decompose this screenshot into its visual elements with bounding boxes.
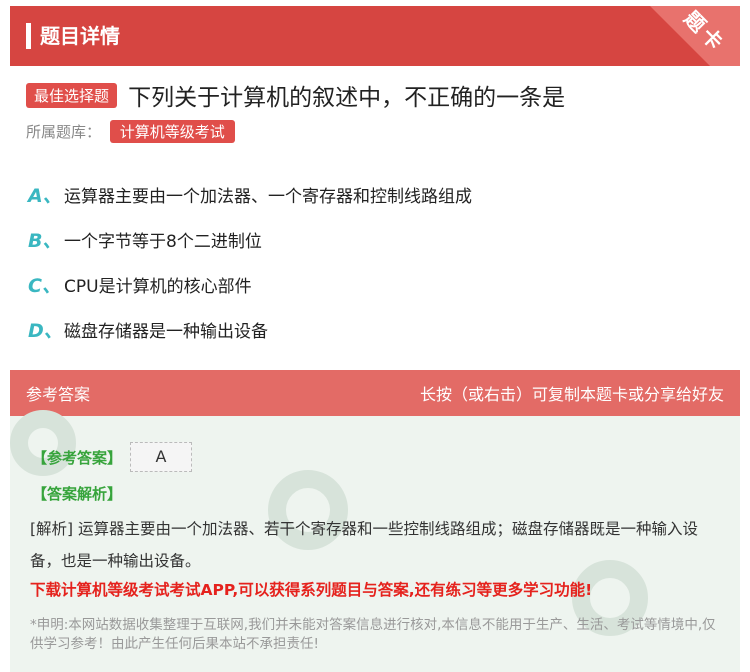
question-text: 下列关于计算机的叙述中，不正确的一条是 xyxy=(128,85,566,111)
app-download-promo[interactable]: 下载计算机等级考试考试APP,可以获得系列题目与答案,还有练习等更多学习功能! xyxy=(30,578,592,600)
analysis-label: 【答案解析】 xyxy=(32,485,123,503)
reference-answer-label: 【参考答案】 xyxy=(32,448,123,467)
option-a[interactable]: A、 运算器主要由一个加法器、一个寄存器和控制线路组成 xyxy=(28,172,472,217)
question-type-tag[interactable]: 最佳选择题 xyxy=(26,82,118,108)
option-text: 运算器主要由一个加法器、一个寄存器和控制线路组成 xyxy=(64,187,472,207)
options-list: A、 运算器主要由一个加法器、一个寄存器和控制线路组成 B、 一个字节等于8个二… xyxy=(28,172,472,352)
page-header: 题目详情 题卡 xyxy=(10,6,740,66)
answer-header-label: 参考答案 xyxy=(26,385,91,404)
answer-panel-header: 参考答案 长按（或右击）可复制本题卡或分享给好友 xyxy=(10,370,740,416)
analysis-text: [解析] 运算器主要由一个加法器、若干个寄存器和一些控制线路组成；磁盘存储器既是… xyxy=(30,520,699,570)
option-d[interactable]: D、 磁盘存储器是一种输出设备 xyxy=(28,307,472,352)
option-text: CPU是计算机的核心部件 xyxy=(64,277,252,297)
question-title-row: 最佳选择题 下列关于计算机的叙述中，不正确的一条是 xyxy=(26,78,726,112)
page-title: 题目详情 xyxy=(40,24,120,48)
option-letter: A、 xyxy=(28,185,62,207)
answer-panel: 参考答案 长按（或右击）可复制本题卡或分享给好友 【参考答案】 A 【答案解析】… xyxy=(10,370,740,672)
source-label: 所属题库： xyxy=(26,123,102,141)
question-source: 所属题库： 计算机等级考试 xyxy=(26,120,235,143)
header-accent-bar xyxy=(26,23,31,49)
option-b[interactable]: B、 一个字节等于8个二进制位 xyxy=(28,217,472,262)
option-text: 磁盘存储器是一种输出设备 xyxy=(64,322,268,342)
option-letter: C、 xyxy=(28,275,61,297)
reference-answer-row: 【参考答案】 A xyxy=(32,442,193,472)
option-text: 一个字节等于8个二进制位 xyxy=(64,232,262,252)
disclaimer-text: *申明:本网站数据收集整理于互联网,我们并未能对答案信息进行核对,本信息不能用于… xyxy=(30,617,716,652)
share-hint: 长按（或右击）可复制本题卡或分享给好友 xyxy=(419,385,724,404)
source-tag[interactable]: 计算机等级考试 xyxy=(109,120,235,143)
option-letter: B、 xyxy=(28,230,62,252)
reference-answer-value: A xyxy=(130,442,193,472)
option-letter: D、 xyxy=(28,320,63,342)
option-c[interactable]: C、 CPU是计算机的核心部件 xyxy=(28,262,472,307)
